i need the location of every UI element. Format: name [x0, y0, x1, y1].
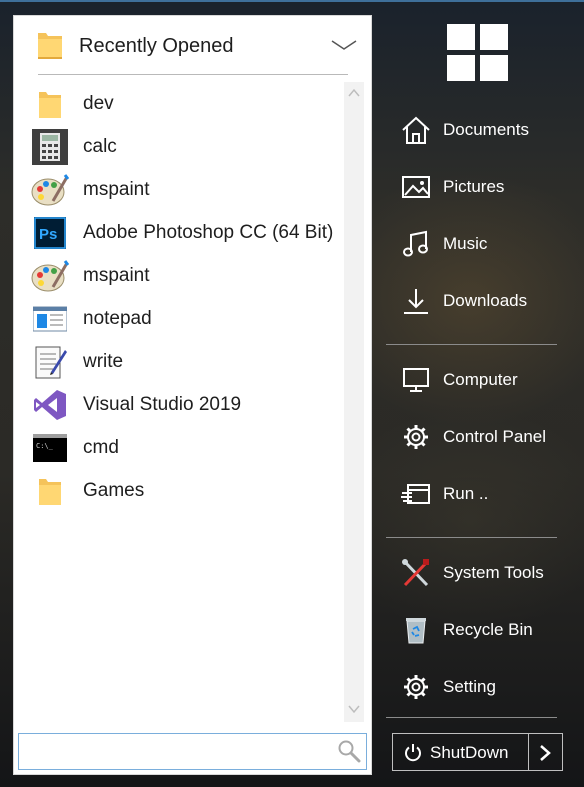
nav-control-panel[interactable]: Control Panel: [392, 416, 562, 456]
nav-label: Pictures: [443, 177, 505, 196]
nav-setting[interactable]: Setting: [392, 666, 562, 706]
chevron-down-icon[interactable]: [348, 704, 360, 714]
computer-icon: [403, 368, 429, 392]
list-item-cmd[interactable]: C:\_ cmd: [14, 426, 344, 469]
nav-run[interactable]: Run ..: [392, 473, 562, 513]
visual-studio-icon: [31, 387, 69, 423]
list-item-photoshop[interactable]: Ps Adobe Photoshop CC (64 Bit): [14, 211, 344, 254]
nav-label: Computer: [443, 370, 518, 389]
recent-list: dev calc mspaint Ps Adobe Photoshop CC (…: [14, 82, 344, 512]
list-item-notepad[interactable]: notepad: [14, 297, 344, 340]
recent-title: Recently Opened: [79, 35, 234, 57]
list-item-label: calc: [83, 136, 117, 157]
download-icon: [404, 289, 428, 314]
nav-label: Recycle Bin: [443, 620, 533, 639]
recent-header[interactable]: Recently Opened: [14, 16, 371, 76]
write-icon: [31, 344, 69, 380]
nav-label: Run ..: [443, 484, 489, 503]
tools-icon: [402, 559, 429, 587]
recycle-bin-icon: [406, 618, 426, 644]
run-icon: [401, 484, 430, 504]
list-item-label: dev: [83, 93, 114, 114]
header-divider: [38, 74, 348, 75]
folder-icon: [31, 86, 69, 122]
recent-panel: Recently Opened dev calc mspaint Ps Adob…: [13, 15, 372, 775]
search-input[interactable]: [18, 733, 367, 770]
chevron-right-icon: [540, 745, 551, 761]
list-item-label: Adobe Photoshop CC (64 Bit): [83, 222, 334, 243]
svg-text:C:\_: C:\_: [36, 442, 54, 450]
picture-icon: [402, 176, 430, 198]
shutdown-button[interactable]: ShutDown: [392, 733, 529, 771]
cmd-icon: C:\_: [31, 430, 69, 466]
paint-palette-icon: [31, 258, 69, 294]
nav-computer[interactable]: Computer: [392, 359, 562, 399]
nav-label: Documents: [443, 120, 529, 139]
list-item-calc[interactable]: calc: [14, 125, 344, 168]
list-scrollbar[interactable]: [344, 82, 364, 722]
gear-icon: [404, 425, 428, 449]
music-note-icon: [403, 230, 428, 257]
nav-label: Setting: [443, 677, 496, 696]
list-item-label: write: [83, 351, 124, 372]
list-item-label: Games: [83, 480, 145, 501]
list-item-label: mspaint: [83, 265, 150, 286]
list-item-mspaint-2[interactable]: mspaint: [14, 254, 344, 297]
list-item-games[interactable]: Games: [14, 469, 344, 512]
chevron-up-icon[interactable]: [348, 88, 360, 98]
nav-divider: [386, 717, 557, 718]
shutdown-label: ShutDown: [430, 743, 509, 762]
nav-label: Music: [443, 234, 488, 253]
nav-divider: [386, 537, 557, 538]
list-item-visual-studio[interactable]: Visual Studio 2019: [14, 383, 344, 426]
shutdown-options-button[interactable]: [529, 733, 563, 771]
notepad-icon: [31, 301, 69, 337]
nav-music[interactable]: Music: [392, 223, 562, 263]
list-item-dev[interactable]: dev: [14, 82, 344, 125]
search-icon[interactable]: [337, 739, 361, 763]
list-item-label: Visual Studio 2019: [83, 394, 242, 415]
window-top-border: [0, 0, 584, 2]
nav-divider: [386, 344, 557, 345]
paint-palette-icon: [31, 172, 69, 208]
nav-label: System Tools: [443, 563, 544, 582]
nav-system-tools[interactable]: System Tools: [392, 552, 562, 592]
gear-icon: [404, 675, 428, 699]
list-item-label: mspaint: [83, 179, 150, 200]
nav-pictures[interactable]: Pictures: [392, 166, 562, 206]
calculator-icon: [31, 129, 69, 165]
list-item-label: cmd: [83, 437, 119, 458]
nav-label: Control Panel: [443, 427, 547, 446]
list-item-label: notepad: [83, 308, 152, 329]
nav-downloads[interactable]: Downloads: [392, 280, 562, 320]
nav-recycle-bin[interactable]: Recycle Bin: [392, 609, 562, 649]
folder-icon: [31, 473, 69, 509]
chevron-down-icon[interactable]: [330, 38, 358, 52]
svg-text:Ps: Ps: [39, 226, 57, 243]
nav-documents[interactable]: Documents: [392, 109, 562, 149]
home-icon: [402, 116, 430, 144]
list-item-write[interactable]: write: [14, 340, 344, 383]
power-icon: [405, 744, 421, 762]
nav-label: Downloads: [443, 291, 528, 310]
windows-logo-icon[interactable]: [447, 24, 508, 81]
folder-icon: [38, 33, 62, 59]
list-item-mspaint[interactable]: mspaint: [14, 168, 344, 211]
photoshop-icon: Ps: [31, 215, 69, 251]
